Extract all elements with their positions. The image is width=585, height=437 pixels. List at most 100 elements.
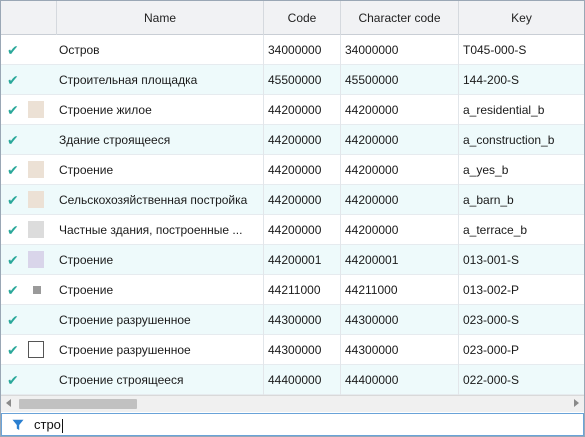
layer-table-panel: Name Code Character code Key ✔ Остров 3400… (0, 0, 585, 437)
style-swatch-cell (25, 275, 57, 305)
table-row[interactable]: ✔ Сельскохозяйственная постройка 44200000 4… (1, 184, 584, 215)
style-swatch-cell (25, 365, 57, 395)
text-caret (61, 418, 63, 433)
cell-code: 44200000 (264, 154, 341, 185)
style-swatch (28, 100, 44, 118)
header-code[interactable]: Code (264, 1, 341, 35)
style-swatch (33, 285, 41, 294)
cell-character-code: 44200000 (341, 94, 459, 125)
cell-character-code: 45500000 (341, 64, 459, 95)
cell-key: 022-000-S (463, 372, 520, 387)
checkmark-icon[interactable]: ✔ (1, 365, 25, 395)
style-swatch (28, 190, 44, 208)
cell-name: Строение разрушенное (57, 334, 264, 365)
cell-code: 34000000 (264, 35, 341, 65)
header-name[interactable]: Name (57, 1, 264, 35)
cell-character-code: 44211000 (341, 274, 459, 305)
horizontal-scrollbar[interactable] (1, 395, 584, 412)
style-swatch (28, 250, 44, 268)
style-swatch-cell (25, 245, 57, 275)
filter-input[interactable]: стро (34, 417, 63, 433)
cell-key: a_barn_b (463, 192, 514, 207)
cell-character-code: 34000000 (341, 35, 459, 65)
table-row[interactable]: ✔ Строение разрушенное 44300000 44300000 023… (1, 334, 584, 365)
cell-character-code: 44300000 (341, 334, 459, 365)
cell-character-code: 44200000 (341, 124, 459, 155)
style-swatch (28, 220, 44, 238)
table-header: Name Code Character code Key (1, 1, 584, 35)
style-swatch-cell (25, 125, 57, 155)
cell-key: 023-000-P (463, 342, 520, 357)
cell-key: a_terrace_b (463, 222, 528, 237)
style-swatch-cell (25, 215, 57, 245)
cell-key: a_residential_b (463, 102, 545, 117)
cell-code: 44200000 (264, 124, 341, 155)
cell-name: Строение строящееся (57, 364, 264, 395)
checkmark-icon[interactable]: ✔ (1, 335, 25, 365)
checkmark-icon[interactable]: ✔ (1, 65, 25, 95)
table-row[interactable]: ✔ Строение 44200001 44200001 013-001-S (1, 244, 584, 275)
filter-bar[interactable]: стро (1, 413, 584, 436)
cell-character-code: 44200000 (341, 154, 459, 185)
table-row[interactable]: ✔ Здание строящееся 44200000 44200000 a_cons… (1, 124, 584, 155)
style-swatch-cell (25, 335, 57, 365)
table-body: ✔ Остров 34000000 34000000 T045-000-S ✔ Строит… (1, 35, 584, 395)
cell-code: 44200000 (264, 94, 341, 125)
style-swatch-cell (25, 305, 57, 335)
funnel-icon (12, 419, 24, 430)
cell-name: Сельскохозяйственная постройка (57, 184, 264, 215)
cell-key: 013-002-P (463, 282, 520, 297)
cell-code: 45500000 (264, 64, 341, 95)
cell-name: Строение жилое (57, 94, 264, 125)
checkmark-icon[interactable]: ✔ (1, 125, 25, 155)
checkmark-icon[interactable]: ✔ (1, 185, 25, 215)
cell-key: T045-000-S (463, 42, 527, 57)
cell-key: a_yes_b (463, 162, 509, 177)
cell-code: 44300000 (264, 304, 341, 335)
cell-character-code: 44400000 (341, 364, 459, 395)
cell-key: 144-200-S (463, 72, 520, 87)
style-swatch-cell (25, 155, 57, 185)
style-swatch (28, 160, 44, 178)
table-row[interactable]: ✔ Строение строящееся 44400000 44400000 022-… (1, 364, 584, 395)
cell-key: 023-000-S (463, 312, 520, 327)
scroll-right-arrow-icon[interactable] (574, 399, 579, 407)
checkmark-icon[interactable]: ✔ (1, 95, 25, 125)
header-blank (1, 1, 57, 35)
cell-name: Остров (57, 35, 264, 65)
scrollbar-thumb[interactable] (19, 399, 137, 409)
table-row[interactable]: ✔ Строение разрушенное 44300000 44300000 023… (1, 304, 584, 335)
cell-name: Строительная площадка (57, 64, 264, 95)
cell-character-code: 44200001 (341, 244, 459, 275)
cell-key: a_construction_b (463, 132, 555, 147)
cell-code: 44400000 (264, 364, 341, 395)
header-key[interactable]: Key (459, 1, 584, 35)
table-row[interactable]: ✔ Строение 44211000 44211000 013-002-P (1, 274, 584, 305)
cell-key: 013-001-S (463, 252, 520, 267)
cell-name: Строение (57, 154, 264, 185)
checkmark-icon[interactable]: ✔ (1, 215, 25, 245)
checkmark-icon[interactable]: ✔ (1, 275, 25, 305)
scroll-left-arrow-icon[interactable] (6, 399, 11, 407)
table-row[interactable]: ✔ Строительная площадка 45500000 45500000 14… (1, 64, 584, 95)
cell-code: 44200000 (264, 184, 341, 215)
checkmark-icon[interactable]: ✔ (1, 305, 25, 335)
checkmark-icon[interactable]: ✔ (1, 155, 25, 185)
table-row[interactable]: ✔ Строение жилое 44200000 44200000 a_residen… (1, 94, 584, 125)
cell-name: Строение (57, 244, 264, 275)
checkmark-icon[interactable]: ✔ (1, 245, 25, 275)
cell-code: 44300000 (264, 334, 341, 365)
style-swatch-cell (25, 95, 57, 125)
filter-input-value: стро (34, 417, 61, 432)
table-row[interactable]: ✔ Остров 34000000 34000000 T045-000-S (1, 35, 584, 65)
table-row[interactable]: ✔ Строение 44200000 44200000 a_yes_b (1, 154, 584, 185)
style-swatch-cell (25, 185, 57, 215)
cell-character-code: 44200000 (341, 214, 459, 245)
style-swatch (28, 340, 44, 358)
cell-code: 44200001 (264, 244, 341, 275)
table-row[interactable]: ✔ Частные здания, построенные ... 44200000… (1, 214, 584, 245)
header-character-code[interactable]: Character code (341, 1, 459, 35)
cell-name: Здание строящееся (57, 124, 264, 155)
style-swatch-cell (25, 65, 57, 95)
checkmark-icon[interactable]: ✔ (1, 35, 25, 65)
